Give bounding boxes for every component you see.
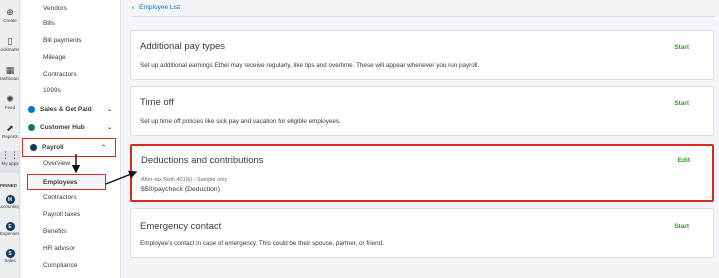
card-deductions-contributions: Deductions and contributions Edit After-…	[130, 144, 714, 202]
card-additional-pay-types: Additional pay types Start Set up additi…	[130, 30, 714, 80]
feed-button[interactable]: ✺ Feed	[0, 95, 19, 111]
customer-hub-icon	[28, 124, 35, 131]
bookmarks-label: Bookmarks	[0, 47, 20, 52]
sales-icon: S	[5, 249, 15, 258]
sidebar-item-compliance[interactable]: Compliance	[21, 257, 120, 274]
card-title: Emergency contact	[140, 221, 222, 232]
card-emergency-contact: Emergency contact Start Employee's conta…	[130, 208, 714, 258]
dashboard-button[interactable]: ▦ Dashboard	[0, 66, 20, 82]
sales-get-paid-label: Sales & Get Paid	[40, 106, 92, 113]
create-button[interactable]: ⊕ Create	[0, 8, 19, 24]
dashboard-label: Dashboard	[0, 76, 20, 81]
deduction-detail: After-tax Roth 401(k) - Sample only	[141, 177, 228, 183]
chevron-up-icon: ⌃	[100, 145, 106, 151]
card-description: Set up time off policies like sick pay a…	[140, 118, 341, 125]
card-title: Time off	[140, 97, 174, 108]
create-label: Create	[3, 18, 17, 23]
card-title: Additional pay types	[140, 41, 226, 52]
bookmarks-button[interactable]: ▯ Bookmarks	[0, 37, 20, 53]
start-button[interactable]: Start	[674, 100, 689, 107]
start-button[interactable]: Start	[674, 44, 689, 51]
reports-button[interactable]: ⬈ Reports	[0, 124, 19, 140]
reports-label: Reports	[2, 134, 18, 139]
pinned-label: PINNED	[0, 183, 18, 188]
chevron-down-icon: ⌄	[106, 125, 112, 131]
sidebar-item-hr-advisor[interactable]: HR advisor	[21, 240, 120, 257]
apps-grid-icon: ⋮⋮	[1, 151, 19, 161]
chevron-left-icon: ‹	[132, 4, 135, 11]
start-button[interactable]: Start	[674, 223, 689, 230]
sidebar-item-overview[interactable]: Overview	[21, 155, 120, 172]
sidebar-item-contractors[interactable]: Contractors	[21, 189, 120, 206]
chevron-down-icon: ⌄	[106, 107, 112, 113]
app-expenses[interactable]: E Expenses	[0, 222, 20, 237]
card-description: Set up additional earnings Ethel may rec…	[140, 62, 480, 69]
feed-label: Feed	[4, 105, 16, 110]
sidebar-item-bill-payments[interactable]: Bill payments	[21, 32, 120, 49]
sidebar: Vendors Bills Bill payments Mileage Cont…	[21, 0, 121, 278]
payroll-icon	[30, 144, 37, 151]
card-description: Employee's contact in case of emergency.…	[140, 240, 384, 247]
deduction-amount: $50/paycheck (Deduction)	[141, 186, 220, 193]
sidebar-item-sales-get-paid[interactable]: Sales & Get Paid ⌄	[21, 101, 120, 118]
divider	[132, 16, 715, 17]
sidebar-item-contractors-top[interactable]: Contractors	[21, 66, 120, 83]
reports-icon: ⬈	[6, 124, 14, 134]
card-time-off: Time off Start Set up time off policies …	[130, 86, 714, 136]
back-link-label: Employee List	[139, 4, 180, 11]
expenses-icon: E	[5, 222, 15, 231]
main-content: ‹ Employee List Additional pay types Sta…	[122, 0, 719, 278]
sidebar-item-payroll-taxes[interactable]: Payroll taxes	[21, 206, 120, 223]
customer-hub-label: Customer Hub	[40, 124, 85, 131]
app-sales[interactable]: S Sales	[0, 249, 19, 264]
plus-circle-icon: ⊕	[6, 8, 14, 18]
dashboard-icon: ▦	[5, 66, 15, 76]
sidebar-item-benefits[interactable]: Benefits	[21, 223, 120, 240]
sidebar-item-mileage[interactable]: Mileage	[21, 49, 120, 66]
sales-label: Sales	[4, 258, 16, 263]
accounting-label: Accounting	[0, 204, 20, 209]
icon-rail: ⊕ Create ▯ Bookmarks ▦ Dashboard ✺ Feed …	[0, 0, 20, 278]
sidebar-item-customer-hub[interactable]: Customer Hub ⌄	[21, 119, 120, 136]
my-apps-button[interactable]: ⋮⋮ My apps	[0, 151, 19, 173]
sidebar-item-1099s[interactable]: 1099s	[21, 82, 120, 99]
accounting-icon: M	[5, 195, 15, 204]
my-apps-label: My apps	[1, 161, 19, 166]
app-accounting[interactable]: M Accounting	[0, 195, 20, 210]
bookmark-icon: ▯	[7, 37, 13, 47]
expenses-label: Expenses	[0, 231, 20, 236]
feed-icon: ✺	[6, 95, 14, 105]
sidebar-item-payroll[interactable]: Payroll ⌃	[22, 138, 116, 157]
card-title: Deductions and contributions	[141, 155, 264, 166]
sidebar-item-bills[interactable]: Bills	[21, 15, 120, 32]
back-link-employee-list[interactable]: ‹ Employee List	[132, 4, 180, 11]
edit-button[interactable]: Edit	[678, 157, 690, 164]
payroll-label: Payroll	[42, 144, 64, 151]
sales-get-paid-icon	[28, 106, 35, 113]
